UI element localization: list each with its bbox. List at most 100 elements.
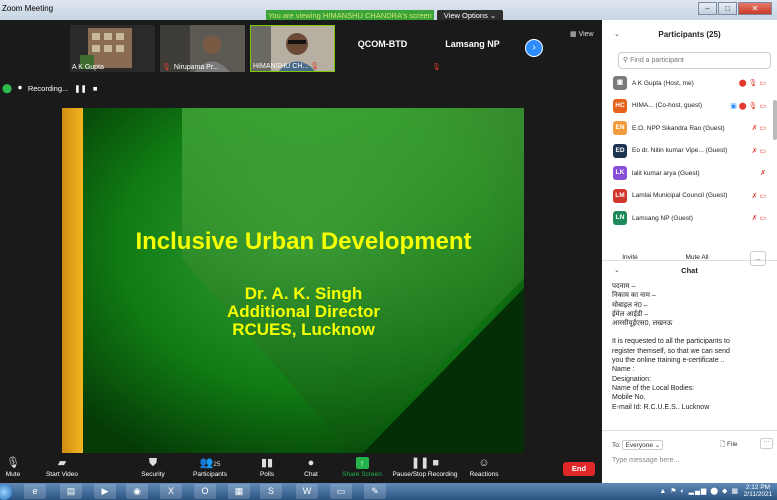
participant-row[interactable]: LN Lamsang NP (Guest) ✗ ▭ (602, 207, 772, 230)
thumbnail-name: QCOM-BTD (357, 39, 408, 49)
pause-icon[interactable]: ❚❚ (74, 84, 87, 93)
polls-icon: ▮▮ (260, 457, 274, 469)
start-video-button[interactable]: ▰ Start Video (42, 455, 82, 478)
share-screen-button[interactable]: ↑ Share Screen (340, 455, 384, 478)
participant-search-input[interactable]: ⚲ Find a participant (618, 52, 771, 69)
end-meeting-button[interactable]: End (563, 462, 595, 476)
chat-message-line: आरसीयूईएस0, लखनऊ (612, 320, 673, 328)
avatar: LN (613, 211, 627, 226)
chat-message-line: ईमेल आईडी – (612, 310, 649, 318)
pause-stop-recording-button[interactable]: ❚❚ ■ Pause/Stop Recording (390, 455, 460, 478)
chat-message-line: पदनाम – (612, 283, 636, 290)
slide-presenter-name: Dr. A. K. Singh (244, 284, 363, 303)
participants-icon: 👥 (199, 457, 214, 469)
video-thumbnail-strip: A K Gupta 🎙 Nirupama Pr... HIMANSHU CH...… (0, 20, 600, 75)
thumbnail-name: Lamsang NP (445, 39, 500, 49)
maximize-button[interactable]: □ (718, 2, 737, 15)
chat-message-input[interactable]: Type message here... (612, 457, 679, 464)
video-thumbnail[interactable]: Lamsang NP 🎙 (430, 25, 515, 72)
participant-row[interactable]: LK lalit kumar arya (Guest) ✗ (602, 162, 772, 185)
folder-icon[interactable]: ▤ (60, 484, 82, 499)
muted-icons: ✗ ▭ (751, 125, 766, 133)
skype-icon[interactable]: S (260, 484, 282, 499)
polls-button[interactable]: ▮▮ Polls (252, 455, 282, 478)
file-icon: 🗋 (720, 441, 726, 448)
excel-icon[interactable]: X (160, 484, 182, 499)
participant-name: Eo dr. Nitin kumar Vipe... (Guest) (632, 147, 728, 155)
security-button[interactable]: ⛊ Security (136, 455, 170, 478)
minimize-button[interactable]: – (698, 2, 717, 15)
participant-row[interactable]: EN E.O. NPP Sikandra Rao (Guest) ✗ ▭ (602, 117, 772, 140)
view-button[interactable]: ▦ View (570, 30, 594, 38)
stop-icon[interactable]: ■ (93, 84, 98, 93)
slide-presenter-org: RCUES, Lucknow (232, 320, 375, 339)
video-thumbnail[interactable]: QCOM-BTD (340, 25, 425, 72)
muted-mic-icon: 🎙 (162, 64, 171, 71)
video-thumbnail[interactable]: A K Gupta (70, 25, 155, 72)
clock-time: 2:12 PM (745, 484, 771, 491)
chat-header: ⌄ Chat (602, 260, 777, 276)
recording-icon: ⏺ (18, 83, 22, 92)
participant-name: Lamsang NP (Guest) (632, 214, 693, 222)
mute-button[interactable]: 🎙 Mute (0, 455, 26, 478)
recipient-select[interactable]: Everyone ⌄ (622, 440, 664, 450)
meeting-toolbar: 🎙 Mute ▰ Start Video ⛊ Security 👥25 Part… (0, 453, 600, 483)
participant-name: E.O. NPP Sikandra Rao (Guest) (632, 124, 725, 132)
recording-bar: ⬤ ⏺ Recording... ❚❚ ■ (0, 80, 130, 96)
participant-list: ▣ A K Gupta (Host, me) ⬤ 🎙 ▭ HC HIMA... … (602, 72, 772, 230)
chat-message-line: निकाय का नाम – (612, 292, 656, 300)
chat-bubble-icon: ● (307, 457, 315, 469)
participant-row[interactable]: HC HIMA... (Co-host, guest) ▣ ⬤ 🎙 ▭ (602, 95, 772, 118)
ie-icon[interactable]: e (24, 484, 46, 499)
smiley-icon: ☺ (478, 457, 490, 469)
paint-icon[interactable]: ✎ (364, 484, 386, 499)
recording-status: Recording... (27, 83, 69, 93)
chat-message-line: Designation: (612, 375, 651, 383)
thumbnail-name: Nirupama Pr... (173, 64, 219, 71)
video-thumbnail[interactable]: 🎙 Nirupama Pr... (160, 25, 245, 72)
system-tray-icons[interactable]: ▲ ⚑ ◐ ▂▄▆ ⬤ ◆ ▦ (659, 487, 739, 495)
media-player-icon[interactable]: ▶ (94, 484, 116, 499)
side-panel: ⌄ Participants (25) ⚲ Find a participant… (602, 20, 777, 483)
opera-icon[interactable]: O (194, 484, 216, 499)
chat-more-button[interactable]: ··· (760, 438, 773, 449)
app-icon[interactable]: ▦ (228, 484, 250, 499)
chat-messages: पदनाम – निकाय का नाम – मोबाइल नं0 – ईमेल… (612, 282, 772, 412)
slide-presenter-title: Additional Director (226, 302, 380, 321)
share-arrow-icon: ↑ (355, 457, 369, 469)
chat-message-line: It is requested to all the participants … (612, 338, 730, 346)
zoom-icon[interactable]: ▭ (330, 484, 352, 499)
participant-row[interactable]: ED Eo dr. Nitin kumar Vipe... (Guest) ✗ … (602, 140, 772, 163)
participant-name: HIMA... (Co-host, guest) (632, 102, 703, 110)
reactions-button[interactable]: ☺ Reactions (466, 455, 502, 478)
participant-status-icons: ▣ ⬤ 🎙 ▭ (730, 102, 766, 110)
file-button[interactable]: 🗋 File (720, 440, 738, 451)
search-icon: ⚲ (623, 57, 629, 64)
window-controls: – □ ✕ (698, 2, 772, 15)
muted-icons: ✗ ▭ (751, 215, 766, 223)
participant-name: Lamlai Municipal Council (Guest) (632, 192, 728, 200)
next-page-arrow-icon[interactable]: › (525, 39, 543, 57)
video-thumbnail-active[interactable]: HIMANSHU CH... 🎙 (250, 25, 335, 72)
chat-button[interactable]: ● Chat (298, 455, 324, 478)
muted-mic-icon: 🎙 (310, 63, 320, 70)
clock[interactable]: 2:12 PM 2/11/2021 (741, 484, 775, 498)
shared-screen-slide: Inclusive Urban Development Dr. A. K. Si… (62, 108, 524, 454)
participants-button[interactable]: 👥25 Participants (188, 455, 232, 478)
chat-divider (602, 430, 777, 431)
start-button-icon[interactable] (0, 484, 12, 500)
participants-header: ⌄ Participants (25) (602, 20, 777, 48)
word-icon[interactable]: W (296, 484, 318, 499)
chrome-icon[interactable]: ◉ (126, 484, 148, 499)
video-off-icon: ▰ (57, 457, 67, 469)
chat-message-line: you the online training e-certificate .. (612, 357, 725, 365)
participant-list-scrollbar[interactable] (773, 100, 777, 140)
close-button[interactable]: ✕ (738, 2, 772, 15)
chat-message-line: Name : (612, 366, 635, 374)
muted-mic-icon: 🎙 (432, 64, 441, 71)
avatar: ED (613, 143, 627, 158)
participant-row[interactable]: ▣ A K Gupta (Host, me) ⬤ 🎙 ▭ (602, 72, 772, 95)
chat-message-line: register themself, so that we can send (612, 347, 730, 355)
windows-taskbar: e ▤ ▶ ◉ X O ▦ S W ▭ ✎ ▲ ⚑ ◐ ▂▄▆ ⬤ ◆ ▦ 2:… (0, 483, 777, 500)
participant-row[interactable]: LM Lamlai Municipal Council (Guest) ✗ ▭ (602, 185, 772, 208)
